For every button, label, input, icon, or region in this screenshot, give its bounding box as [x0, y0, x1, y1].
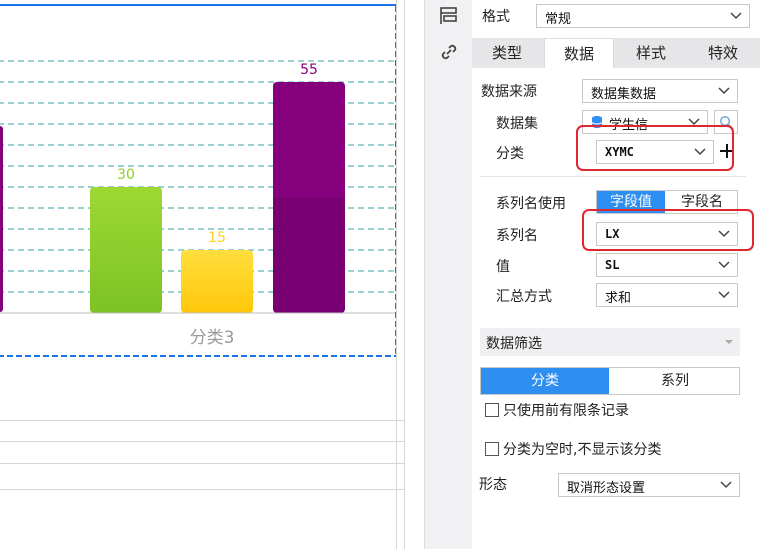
summary-label: 汇总方式 [496, 289, 552, 305]
sheet-row-line [0, 420, 404, 421]
sheet-col-line [396, 0, 397, 549]
top-records-label: 只使用前有限条记录 [503, 403, 629, 419]
bar-partial-left [0, 126, 3, 312]
series-name-use-label: 系列名使用 [496, 196, 566, 212]
tab-effects[interactable]: 特效 [688, 38, 758, 68]
link-icon[interactable] [437, 40, 461, 64]
filter-tabs: 分类 系列 [480, 367, 740, 395]
value-field: SL [605, 258, 620, 272]
form-state-dropdown[interactable]: 取消形态设置 [558, 473, 740, 497]
bar-value-label: 55 [300, 62, 318, 78]
chevron-down-icon [718, 87, 730, 95]
form-state-value: 取消形态设置 [567, 481, 646, 496]
data-filter-header[interactable]: 数据筛选 [480, 328, 740, 356]
property-panel: 格式 常规 类型 数据 样式 特效 数据来源 数据集数据 数据集 学生信 分类 … [472, 0, 760, 549]
highlight-box-category [576, 125, 734, 171]
sheet-col-line [404, 0, 405, 549]
bar [273, 82, 345, 313]
bar [90, 187, 162, 313]
bar-chart: 30 15 55 分类3 [0, 60, 395, 348]
hide-empty-checkbox[interactable] [485, 442, 499, 456]
summary-value: 求和 [605, 291, 632, 306]
bar [181, 250, 253, 313]
series-name-label: 系列名 [496, 228, 538, 244]
value-dropdown[interactable]: SL [596, 253, 738, 277]
filter-tab-category[interactable]: 分类 [481, 368, 609, 394]
app-root: 30 15 55 分类3 格式 常规 类型 数据 样式 特效 数据来源 数据集数… [0, 0, 760, 549]
summary-dropdown[interactable]: 求和 [596, 283, 738, 307]
tool-strip [424, 0, 472, 549]
format-dropdown[interactable]: 常规 [536, 4, 750, 28]
section-divider [480, 176, 746, 177]
property-tabs: 类型 数据 样式 特效 [472, 38, 760, 68]
caret-down-icon [725, 340, 733, 344]
sheet-row-line [0, 489, 404, 490]
bar-value-label: 15 [208, 230, 226, 246]
sheet-row-line [0, 441, 404, 442]
chart-widget[interactable]: 30 15 55 分类3 [0, 4, 397, 357]
format-label: 格式 [482, 9, 510, 25]
tab-type[interactable]: 类型 [474, 38, 540, 68]
form-state-label: 形态 [479, 477, 507, 493]
bar-value-label: 30 [117, 167, 135, 183]
tab-style[interactable]: 样式 [616, 38, 686, 68]
x-tick-label: 分类3 [190, 328, 235, 348]
tab-data[interactable]: 数据 [544, 38, 614, 68]
data-source-label: 数据来源 [481, 84, 537, 100]
cell-element-icon[interactable] [437, 4, 461, 28]
chevron-down-icon [720, 481, 732, 489]
highlight-box-series [582, 209, 754, 251]
category-label: 分类 [496, 146, 524, 162]
data-source-dropdown[interactable]: 数据集数据 [582, 79, 738, 103]
value-label: 值 [496, 259, 510, 275]
data-source-value: 数据集数据 [591, 87, 657, 102]
report-canvas[interactable]: 30 15 55 分类3 [0, 0, 405, 549]
chevron-down-icon [718, 261, 730, 269]
data-filter-title: 数据筛选 [486, 336, 542, 352]
top-records-checkbox[interactable] [485, 403, 499, 417]
selection-border-bottom [0, 355, 395, 357]
chevron-down-icon [718, 291, 730, 299]
filter-tab-series[interactable]: 系列 [611, 368, 739, 394]
sheet-row-line [0, 463, 404, 464]
chevron-down-icon [730, 12, 742, 20]
format-value: 常规 [545, 12, 572, 27]
dataset-label: 数据集 [496, 116, 538, 132]
hide-empty-label: 分类为空时,不显示该分类 [503, 442, 662, 458]
